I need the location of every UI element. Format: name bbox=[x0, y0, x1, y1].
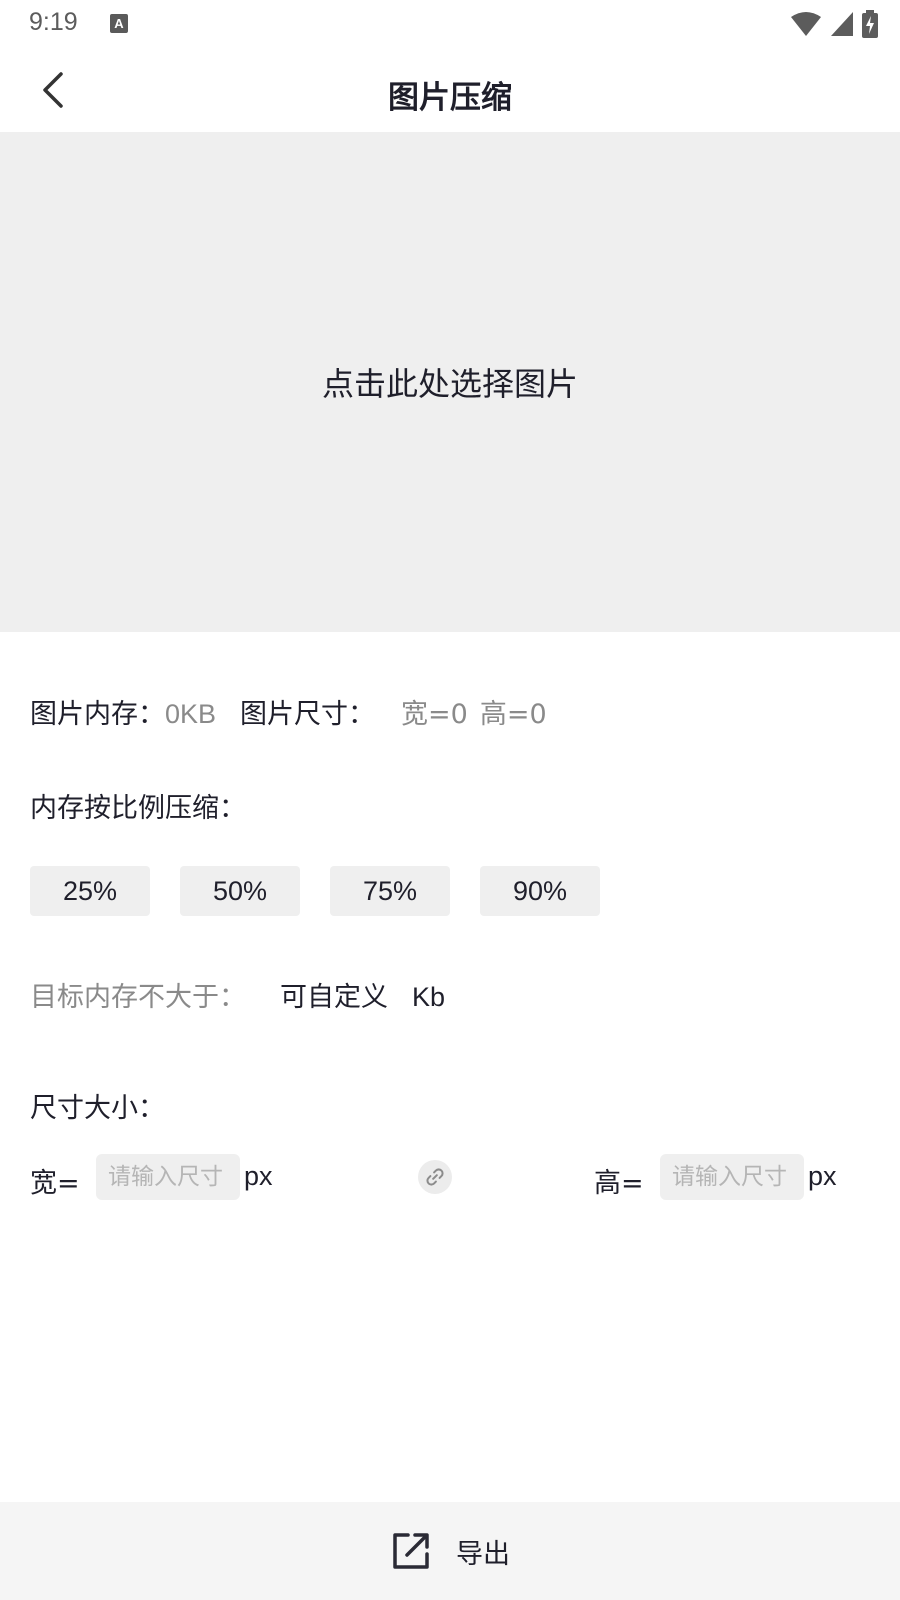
width-value: 宽=0 bbox=[401, 699, 468, 730]
target-size-label: 目标内存不大于： bbox=[30, 982, 246, 1013]
ratio-button-50[interactable]: 50% bbox=[180, 866, 300, 916]
ratio-button-75[interactable]: 75% bbox=[330, 866, 450, 916]
ratio-options: 25% 50% 75% 90% bbox=[30, 866, 600, 916]
a-icon: A bbox=[110, 14, 128, 33]
image-info-row: 图片内存： 0KB 图片尺寸： 宽=0 高=0 bbox=[30, 692, 547, 731]
select-image-hint: 点击此处选择图片 bbox=[321, 365, 578, 403]
height-unit: px bbox=[808, 1161, 837, 1191]
ratio-button-25[interactable]: 25% bbox=[30, 866, 150, 916]
export-label: 导出 bbox=[456, 1538, 510, 1570]
height-value: 高=0 bbox=[479, 699, 547, 730]
height-label: 高= bbox=[594, 1168, 644, 1199]
link-icon bbox=[426, 1168, 444, 1186]
export-icon bbox=[393, 1533, 429, 1569]
app-header: 图片压缩 bbox=[0, 48, 900, 132]
height-input[interactable] bbox=[660, 1154, 804, 1200]
width-unit: px bbox=[244, 1161, 273, 1191]
status-bar: 9:19 A bbox=[0, 0, 900, 48]
status-time: 9:19 bbox=[29, 8, 78, 36]
target-size-row: 目标内存不大于： 可自定义 Kb bbox=[30, 975, 445, 1014]
battery-charging-icon bbox=[862, 10, 878, 38]
target-size-input[interactable]: 可自定义 bbox=[280, 975, 412, 1014]
memory-label: 图片内存： bbox=[30, 699, 165, 730]
signal-icon bbox=[831, 12, 853, 36]
ratio-label: 内存按比例压缩： bbox=[30, 793, 246, 824]
export-button[interactable]: 导出 bbox=[0, 1502, 900, 1600]
image-select-area[interactable]: 点击此处选择图片 bbox=[0, 132, 900, 632]
target-size-unit: Kb bbox=[412, 982, 446, 1012]
ratio-button-90[interactable]: 90% bbox=[480, 866, 600, 916]
width-input[interactable] bbox=[96, 1154, 240, 1200]
status-icons bbox=[790, 10, 878, 38]
dimension-row: 宽= px 高= px bbox=[0, 1154, 900, 1200]
link-ratio-button[interactable] bbox=[418, 1160, 452, 1194]
wifi-icon bbox=[791, 12, 821, 36]
dimension-label: 尺寸大小： bbox=[30, 1093, 165, 1124]
page-title: 图片压缩 bbox=[388, 80, 512, 116]
width-label: 宽= bbox=[30, 1168, 80, 1199]
size-label: 图片尺寸： bbox=[240, 699, 376, 730]
memory-value: 0KB bbox=[165, 699, 217, 729]
